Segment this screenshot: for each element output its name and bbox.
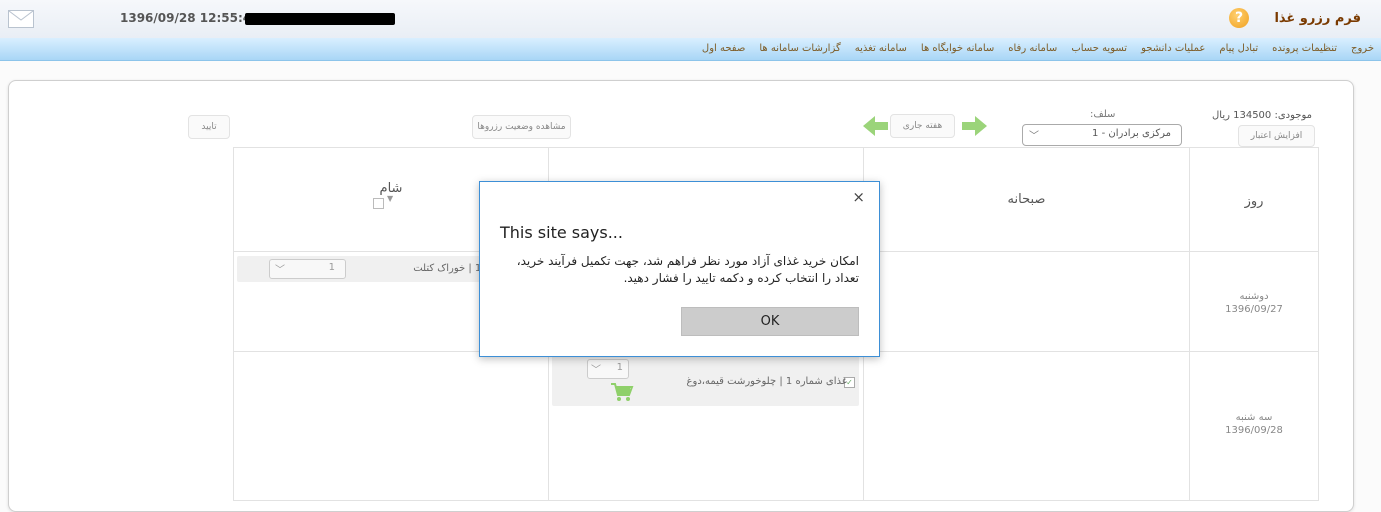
day-name: دوشنبه (1239, 291, 1269, 302)
quantity-value: 1 (328, 262, 335, 273)
next-week-arrow-icon[interactable] (962, 115, 988, 141)
chevron-down-icon[interactable]: ▼ (387, 194, 393, 203)
breakfast-column-header: صبحانه (863, 147, 1190, 252)
view-reservations-button[interactable]: مشاهده وضعیت رزروها (472, 115, 571, 139)
shopping-cart-icon[interactable] (610, 382, 634, 405)
day-header-label: روز (1244, 194, 1264, 209)
top-header: 1396/09/28 12:55:47 ? فرم رزرو غذا (0, 0, 1381, 39)
day-date: 1396/09/27 (1225, 304, 1283, 315)
current-week-button[interactable]: هفته جاری (890, 114, 955, 138)
food-item-label: غذای شماره 1 | چلوخورشت قیمه،دوغ (686, 376, 847, 387)
balance-label: موجودی: 134500 ریال (1212, 110, 1312, 121)
menu-item-logout[interactable]: خروج (1344, 38, 1381, 60)
mail-icon[interactable] (8, 10, 34, 28)
menu-item-reports[interactable]: گزارشات سامانه ها (752, 38, 847, 60)
main-menu-bar: صفحه اول گزارشات سامانه ها سامانه تغذیه … (0, 38, 1381, 61)
confirm-button[interactable]: تایید (188, 115, 230, 139)
day-column-header: روز (1189, 147, 1319, 252)
redacted-username (245, 13, 395, 25)
menu-item-home[interactable]: صفحه اول (695, 38, 752, 60)
breakfast-cell (863, 351, 1190, 501)
quantity-select[interactable]: 1 ﹀ (269, 259, 346, 279)
menu-item-student-ops[interactable]: عملیات دانشجو (1134, 38, 1212, 60)
food-item[interactable]: ✓ غذای شماره 1 | چلوخورشت قیمه،دوغ 1 ﹀ (552, 356, 859, 406)
day-name: سه شنبه (1235, 412, 1273, 423)
quantity-value: 1 (616, 362, 623, 373)
previous-week-arrow-icon[interactable] (862, 115, 888, 141)
menu-item-welfare[interactable]: سامانه رفاه (1001, 38, 1064, 60)
menu-item-nutrition[interactable]: سامانه تغذیه (848, 38, 914, 60)
close-icon[interactable]: × (852, 188, 865, 206)
day-cell: دوشنبه 1396/09/27 (1189, 251, 1319, 352)
menu-item-dormitories[interactable]: سامانه خوابگاه ها (914, 38, 1001, 60)
breakfast-header-label: صبحانه (1007, 192, 1046, 207)
ok-button[interactable]: OK (681, 307, 859, 336)
increase-credit-button[interactable]: افزایش اعتبار (1238, 125, 1315, 147)
alert-dialog: × This site says... امکان خرید غذای آزاد… (479, 181, 880, 357)
dialog-message: امکان خرید غذای آزاد مورد نظر فراهم شد، … (516, 254, 859, 285)
selfservice-label: سلف: (1090, 109, 1116, 120)
day-cell: سه شنبه 1396/09/28 (1189, 351, 1319, 501)
chevron-down-icon: ﹀ (1029, 131, 1039, 142)
chevron-down-icon: ﹀ (591, 365, 601, 376)
menu-item-settlement[interactable]: تسویه حساب (1064, 38, 1134, 60)
chevron-down-icon: ﹀ (275, 265, 285, 276)
help-icon[interactable]: ? (1229, 8, 1249, 28)
quantity-select[interactable]: 1 ﹀ (587, 359, 629, 379)
dialog-title: This site says... (500, 223, 623, 242)
breakfast-cell (863, 251, 1190, 352)
selfservice-select[interactable]: مرکزی برادران - 1 ﹀ (1022, 124, 1182, 146)
datetime-display: 1396/09/28 12:55:47 (120, 11, 260, 25)
menu-item-messages[interactable]: تبادل پیام (1212, 38, 1265, 60)
main-menu: صفحه اول گزارشات سامانه ها سامانه تغذیه … (695, 38, 1381, 60)
dinner-cell (233, 351, 549, 501)
selfservice-value: مرکزی برادران - 1 (1092, 128, 1171, 139)
dinner-select-all-checkbox[interactable] (373, 198, 384, 209)
app-title: فرم رزرو غذا (1274, 11, 1361, 26)
day-date: 1396/09/28 (1225, 425, 1283, 436)
menu-item-profile-settings[interactable]: تنظیمات پرونده (1265, 38, 1344, 60)
